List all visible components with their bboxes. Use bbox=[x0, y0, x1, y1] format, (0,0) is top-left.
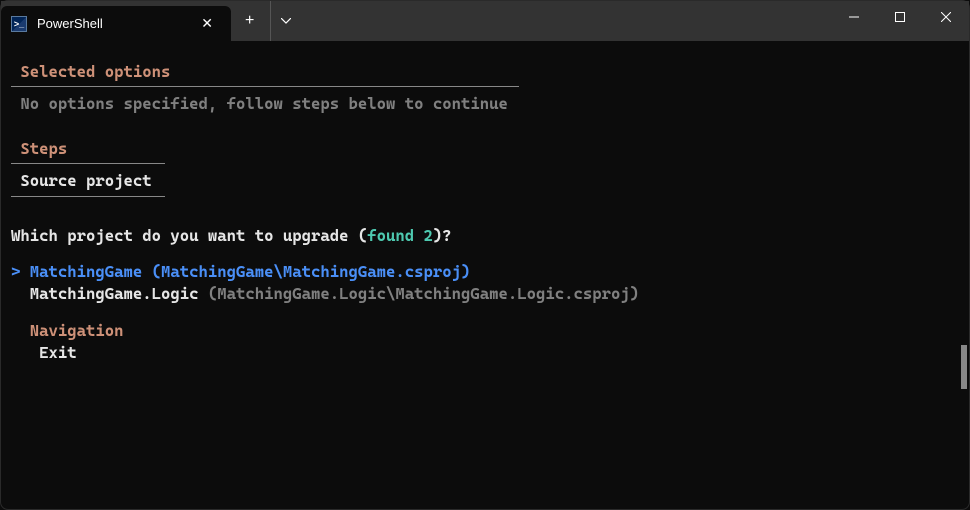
navigation-header: Navigation bbox=[30, 321, 124, 340]
selected-options-message: No options specified, follow steps below… bbox=[20, 94, 508, 113]
titlebar: >_ PowerShell ✕ + bbox=[1, 1, 969, 41]
minimize-button[interactable] bbox=[831, 1, 877, 33]
step-item: Source project bbox=[20, 171, 151, 190]
window-controls bbox=[831, 1, 969, 41]
new-tab-button[interactable]: + bbox=[231, 1, 268, 41]
navigation-exit[interactable]: Exit bbox=[11, 342, 959, 364]
selected-options-header: Selected options bbox=[20, 62, 170, 81]
scrollbar-thumb[interactable] bbox=[961, 345, 967, 389]
divider bbox=[11, 196, 165, 197]
chevron-down-icon bbox=[281, 18, 291, 24]
powershell-icon: >_ bbox=[11, 16, 27, 32]
maximize-icon bbox=[895, 12, 905, 22]
tab-powershell[interactable]: >_ PowerShell ✕ bbox=[1, 6, 231, 41]
close-button[interactable] bbox=[923, 1, 969, 33]
close-icon bbox=[941, 12, 951, 22]
steps-header: Steps bbox=[20, 139, 67, 158]
divider bbox=[11, 86, 519, 87]
divider bbox=[11, 163, 165, 164]
terminal-content[interactable]: Selected options No options specified, f… bbox=[1, 41, 969, 509]
tab-close-button[interactable]: ✕ bbox=[195, 13, 219, 34]
tab-title: PowerShell bbox=[37, 16, 195, 31]
tab-dropdown-button[interactable] bbox=[270, 1, 301, 41]
maximize-button[interactable] bbox=[877, 1, 923, 33]
option-item[interactable]: MatchingGame.Logic (MatchingGame.Logic\M… bbox=[11, 283, 959, 305]
option-selected[interactable]: > MatchingGame (MatchingGame\MatchingGam… bbox=[11, 261, 959, 283]
prompt-line: Which project do you want to upgrade (fo… bbox=[11, 225, 959, 247]
minimize-icon bbox=[849, 12, 859, 22]
